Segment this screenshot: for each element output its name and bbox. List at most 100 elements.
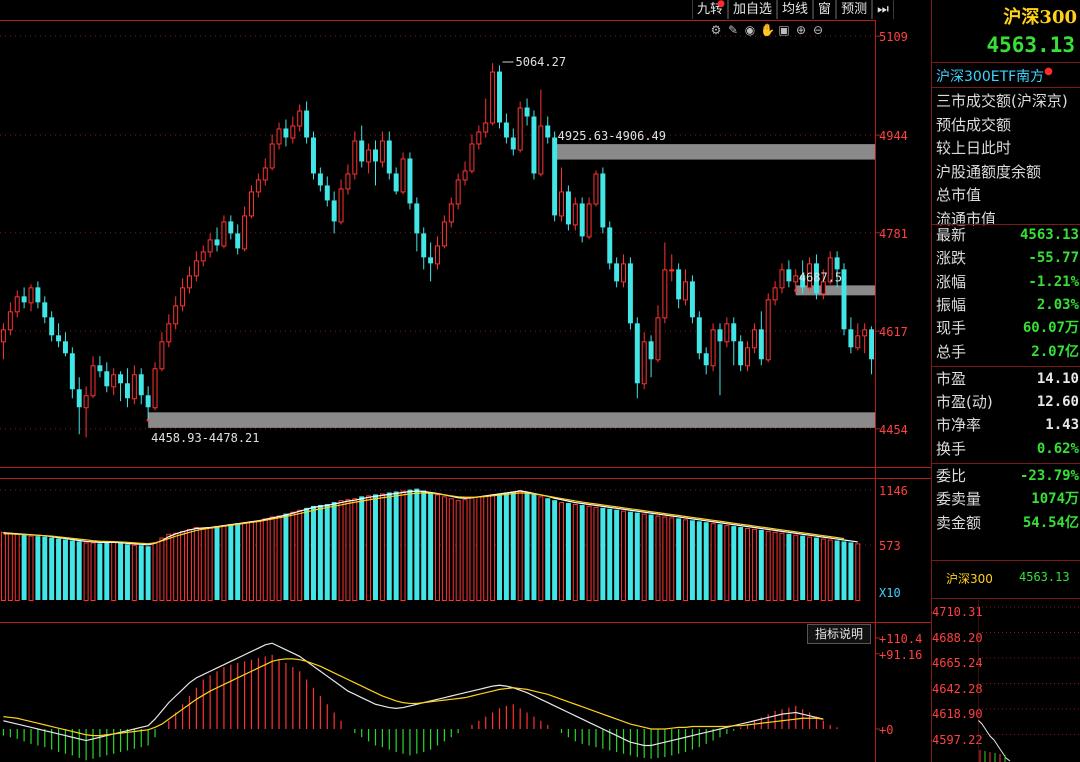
- candle-body: [862, 329, 868, 337]
- eye-icon[interactable]: ◉: [743, 23, 757, 37]
- volume-bar: [779, 532, 785, 601]
- volume-bar: [848, 542, 854, 600]
- candle-body: [703, 353, 709, 366]
- volume-unit-label: X10: [879, 586, 901, 600]
- etf-link[interactable]: 沪深300ETF南方●: [936, 66, 1053, 86]
- candle-body: [269, 143, 275, 169]
- volume-bar: [414, 488, 420, 600]
- candle-body: [97, 365, 103, 372]
- y-tick-label: 4944: [879, 129, 908, 143]
- mini-intraday-line: [978, 719, 1011, 762]
- candle-body: [421, 233, 427, 258]
- indicator-help-button[interactable]: 指标说明: [807, 624, 871, 644]
- volume-bar: [503, 492, 509, 600]
- tab-0[interactable]: 九转 ●: [692, 0, 729, 19]
- candle-body: [83, 395, 89, 409]
- volume-bar: [703, 522, 709, 600]
- volume-bar: [104, 542, 110, 600]
- tab-3[interactable]: 窗: [813, 0, 837, 19]
- candle-body: [138, 374, 144, 396]
- divider: [932, 560, 1080, 561]
- tab-1[interactable]: 加自选: [728, 0, 778, 19]
- tab-label: 加自选: [733, 2, 773, 17]
- y-tick-label: 1146: [879, 484, 908, 498]
- candle-body: [56, 335, 62, 342]
- annotation-label: 4687.5: [799, 270, 842, 284]
- volume-bar: [531, 494, 537, 600]
- lock-icon[interactable]: ▣: [777, 23, 791, 37]
- chart-tool-icons: ⚙ ✎ ◉ ✋ ▣ ⊕ ⊖: [709, 23, 825, 37]
- candle-body: [221, 221, 227, 247]
- candle-body: [242, 215, 248, 250]
- candle-body: [552, 137, 558, 216]
- pen-icon[interactable]: ✎: [726, 23, 740, 37]
- volume-bar: [83, 542, 89, 602]
- volume-bar: [435, 494, 440, 601]
- tab-5[interactable]: ⏭: [872, 0, 894, 19]
- candle-body: [517, 107, 523, 151]
- tab-2[interactable]: 均线: [777, 0, 814, 19]
- macd-dea-line: [3, 658, 824, 737]
- volume-bar: [262, 518, 268, 602]
- candle-body: [469, 143, 475, 172]
- quote-value: 4563.13: [1019, 227, 1079, 243]
- candle-body: [462, 170, 468, 181]
- candle-body: [76, 389, 82, 408]
- hand-icon[interactable]: ✋: [760, 23, 775, 37]
- volume-bar: [338, 500, 344, 601]
- volume-bar: [683, 519, 689, 601]
- candle-body: [600, 173, 606, 228]
- candle-body: [207, 239, 213, 253]
- candle-body: [676, 269, 682, 300]
- candle-body: [276, 128, 282, 145]
- candle-body: [359, 140, 365, 162]
- candle-body: [407, 158, 413, 204]
- candle-body: [669, 269, 675, 272]
- zoom-in-icon[interactable]: ⊕: [794, 23, 808, 37]
- volume-bar: [366, 495, 372, 601]
- candle-body: [765, 299, 771, 361]
- y-tick-label: 4781: [879, 227, 908, 241]
- volume-bar: [228, 524, 234, 600]
- volume-bar: [373, 494, 378, 600]
- volume-bar: [200, 528, 206, 601]
- candle-body: [497, 71, 502, 123]
- candle-body: [724, 323, 730, 343]
- candle-body: [14, 296, 20, 313]
- chart-area[interactable]: 5109 4944 4781 4617 4454 5064.27 4925.63-4906.…: [0, 0, 1080, 762]
- candle-body: [173, 305, 179, 325]
- volume-bar: [586, 505, 592, 602]
- volume-bar: [407, 489, 413, 600]
- quote-panel: 沪深300 4563.13 沪深300ETF南方● 三市成交额(沪深京) 预估成交…: [931, 0, 1080, 762]
- volume-bar: [655, 515, 661, 602]
- volume-bar: [69, 540, 75, 600]
- y-tick-label: 573: [879, 539, 901, 553]
- volume-bar: [276, 515, 282, 602]
- quote-key: 涨跌: [936, 249, 967, 268]
- candle-body: [428, 257, 434, 264]
- volume-bar: [159, 537, 165, 601]
- volume-bar: [834, 540, 840, 600]
- settings-icon[interactable]: ⚙: [709, 23, 723, 37]
- volume-bar: [324, 504, 330, 600]
- candle-body: [510, 137, 516, 150]
- candle-body: [228, 221, 234, 234]
- volume-bar: [738, 527, 744, 600]
- zoom-out-icon[interactable]: ⊖: [811, 23, 825, 37]
- volume-bar: [180, 530, 186, 602]
- candle-body: [152, 368, 158, 409]
- candle-body: [290, 125, 296, 139]
- candle-body: [545, 125, 551, 138]
- candle-body: [683, 281, 689, 301]
- volume-bar: [476, 496, 482, 602]
- quote-value: 1074万: [1031, 491, 1079, 508]
- volume-bar: [813, 537, 819, 600]
- quote-value: -23.79%: [1019, 468, 1079, 484]
- candle-body: [124, 383, 130, 399]
- volume-bar: [221, 525, 227, 601]
- volume-bar: [421, 490, 427, 600]
- tab-4[interactable]: 预测: [836, 0, 873, 19]
- index-price: 4563.13: [986, 33, 1075, 57]
- candle-body: [49, 317, 55, 336]
- volume-bar: [207, 527, 213, 601]
